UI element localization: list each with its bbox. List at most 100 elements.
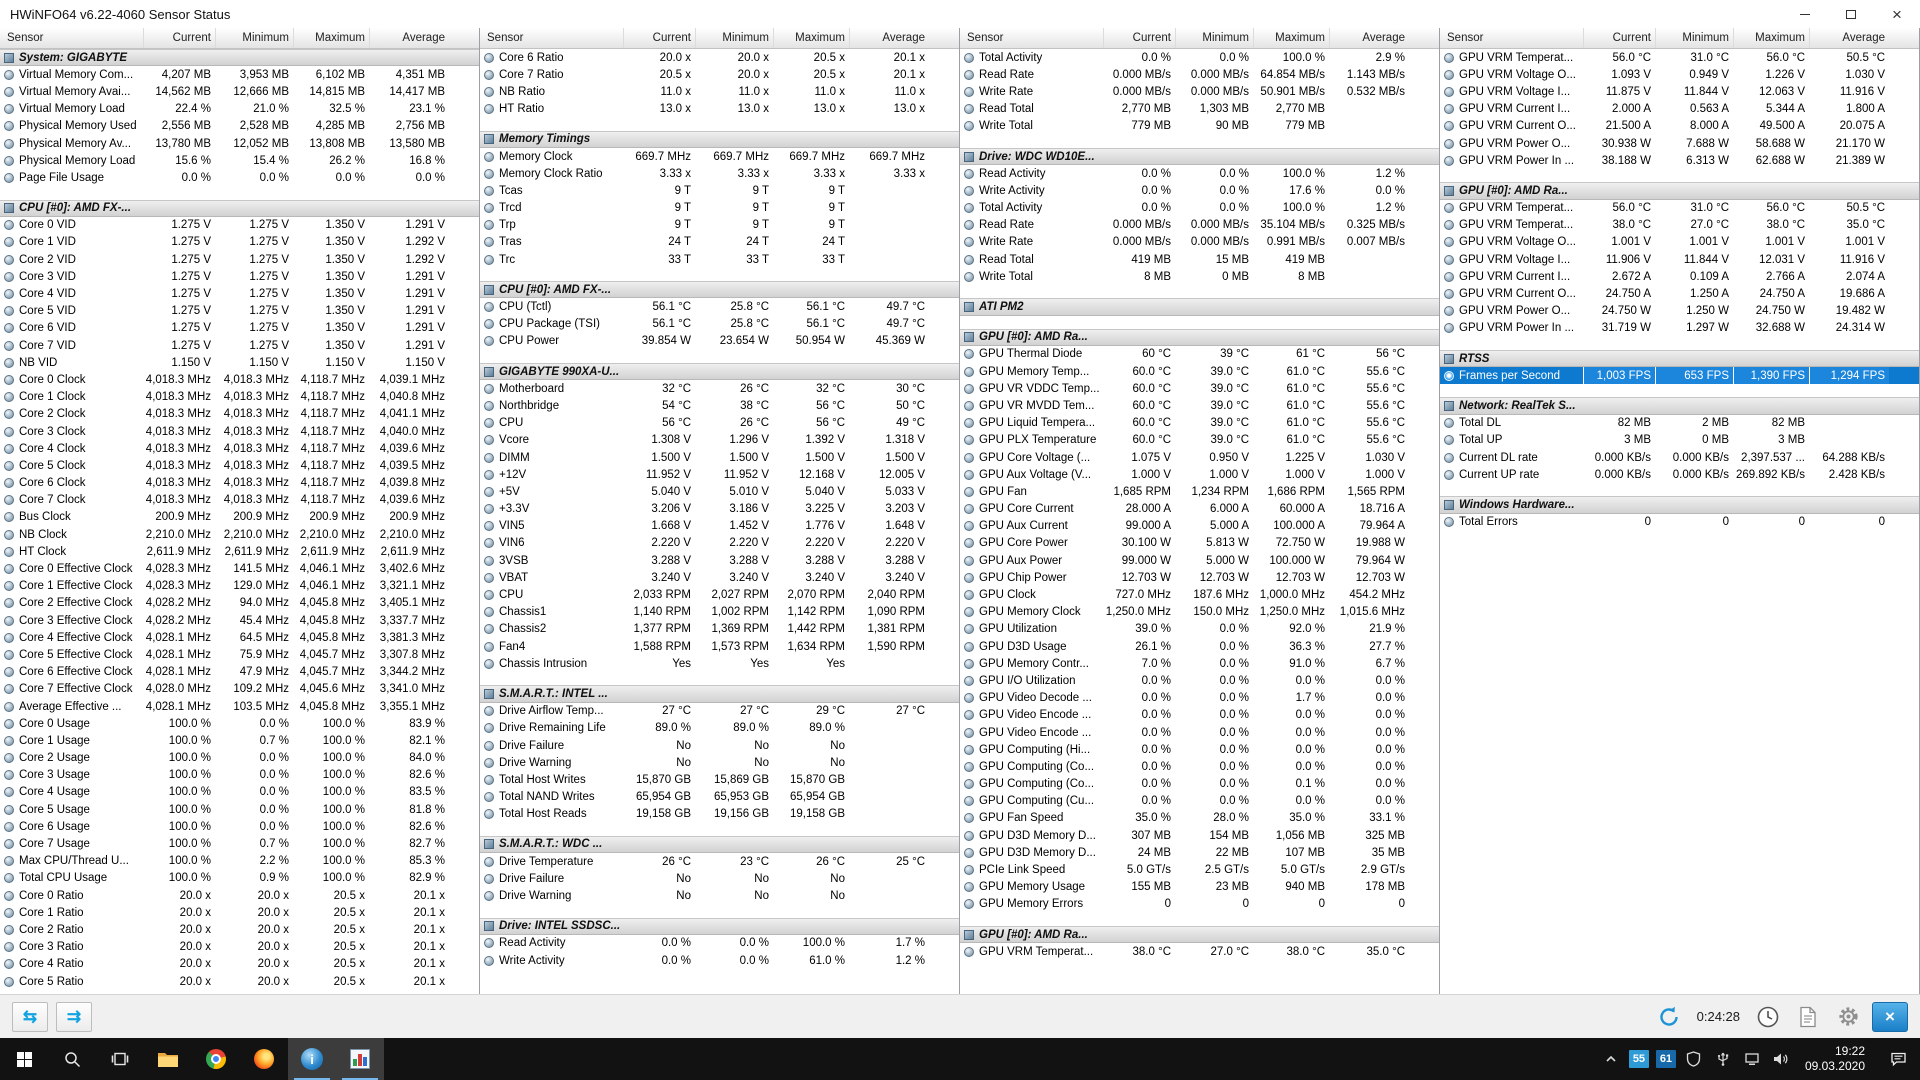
sensor-row-5v[interactable]: +5V5.040 V5.010 V5.040 V5.033 V xyxy=(480,483,959,500)
sensor-row-bus-clock[interactable]: Bus Clock200.9 MHz200.9 MHz200.9 MHz200.… xyxy=(0,509,479,526)
sensor-row-drive-warning[interactable]: Drive WarningNoNoNo xyxy=(480,887,959,904)
sensor-row-core-7-clock[interactable]: Core 7 Clock4,018.3 MHz4,018.3 MHz4,118.… xyxy=(0,492,479,509)
sensor-row-northbridge[interactable]: Northbridge54 °C38 °C56 °C50 °C xyxy=(480,397,959,414)
hwinfo-sensors-taskbar-button[interactable] xyxy=(336,1038,384,1080)
sensor-row-max-cpu-thread-u[interactable]: Max CPU/Thread U...100.0 %2.2 %100.0 %85… xyxy=(0,853,479,870)
sensor-row-cpu-package-tsi[interactable]: CPU Package (TSI)56.1 °C25.8 °C56.1 °C49… xyxy=(480,316,959,333)
section-drive-intel-ssdsc[interactable]: Drive: INTEL SSDSC... xyxy=(480,918,959,935)
sensor-row-drive-airflow-temp[interactable]: Drive Airflow Temp...27 °C27 °C29 °C27 °… xyxy=(480,703,959,720)
sensor-row-core-4-clock[interactable]: Core 4 Clock4,018.3 MHz4,018.3 MHz4,118.… xyxy=(0,440,479,457)
sensor-row-total-up[interactable]: Total UP3 MB0 MB3 MB xyxy=(1440,432,1919,449)
sensor-row-read-activity[interactable]: Read Activity0.0 %0.0 %100.0 %1.2 % xyxy=(960,165,1439,182)
sensor-row-total-nand-writes[interactable]: Total NAND Writes65,954 GB65,953 GB65,95… xyxy=(480,789,959,806)
sensor-row-vin5[interactable]: VIN51.668 V1.452 V1.776 V1.648 V xyxy=(480,518,959,535)
column-header-sensor[interactable]: Sensor xyxy=(480,32,623,44)
sensor-row-gpu-vrm-current-o[interactable]: GPU VRM Current O...21.500 A8.000 A49.50… xyxy=(1440,118,1919,135)
sensor-row-gpu-memory-errors[interactable]: GPU Memory Errors0000 xyxy=(960,896,1439,913)
sensor-row-gpu-i-o-utilization[interactable]: GPU I/O Utilization0.0 %0.0 %0.0 %0.0 % xyxy=(960,672,1439,689)
sensor-row-virtual-memory-load[interactable]: Virtual Memory Load22.4 %21.0 %32.5 %23.… xyxy=(0,101,479,118)
sensor-row-gpu-d3d-memory-d[interactable]: GPU D3D Memory D...24 MB22 MB107 MB35 MB xyxy=(960,844,1439,861)
sensor-row-average-effective[interactable]: Average Effective ...4,028.1 MHz103.5 MH… xyxy=(0,698,479,715)
sensor-row-core-0-effective-clock[interactable]: Core 0 Effective Clock4,028.3 MHz141.5 M… xyxy=(0,560,479,577)
sensor-row-nb-vid[interactable]: NB VID1.150 V1.150 V1.150 V1.150 V xyxy=(0,354,479,371)
hwinfo-taskbar-button[interactable] xyxy=(288,1038,336,1080)
column-header-maximum[interactable]: Maximum xyxy=(1253,28,1329,48)
sensor-row-core-1-vid[interactable]: Core 1 VID1.275 V1.275 V1.350 V1.292 V xyxy=(0,234,479,251)
report-button[interactable] xyxy=(1792,1002,1824,1032)
sensor-row-physical-memory-used[interactable]: Physical Memory Used2,556 MB2,528 MB4,28… xyxy=(0,118,479,135)
sensor-row-write-activity[interactable]: Write Activity0.0 %0.0 %17.6 %0.0 % xyxy=(960,182,1439,199)
sensor-row-3vsb[interactable]: 3VSB3.288 V3.288 V3.288 V3.288 V xyxy=(480,552,959,569)
sensor-row-trp[interactable]: Trp9 T9 T9 T xyxy=(480,217,959,234)
sensor-row-drive-remaining-life[interactable]: Drive Remaining Life89.0 %89.0 %89.0 % xyxy=(480,720,959,737)
sensor-row-gpu-vrm-current-o[interactable]: GPU VRM Current O...24.750 A1.250 A24.75… xyxy=(1440,285,1919,302)
sensor-row-core-4-vid[interactable]: Core 4 VID1.275 V1.275 V1.350 V1.291 V xyxy=(0,285,479,302)
sensor-row-gpu-computing-hi[interactable]: GPU Computing (Hi...0.0 %0.0 %0.0 %0.0 % xyxy=(960,741,1439,758)
sensor-row-core-1-usage[interactable]: Core 1 Usage100.0 %0.7 %100.0 %82.1 % xyxy=(0,732,479,749)
sensor-row-frames-per-second[interactable]: Frames per Second1,003 FPS653 FPS1,390 F… xyxy=(1440,367,1919,384)
sensor-row-chassis2[interactable]: Chassis21,377 RPM1,369 RPM1,442 RPM1,381… xyxy=(480,621,959,638)
sensor-row-write-activity[interactable]: Write Activity0.0 %0.0 %61.0 %1.2 % xyxy=(480,952,959,969)
sensor-row-chassis-intrusion[interactable]: Chassis IntrusionYesYesYes xyxy=(480,655,959,672)
sensor-row-gpu-computing-co[interactable]: GPU Computing (Co...0.0 %0.0 %0.1 %0.0 % xyxy=(960,776,1439,793)
section-ati-pm2[interactable]: ATI PM2 xyxy=(960,298,1439,315)
sensor-row-cpu[interactable]: CPU2,033 RPM2,027 RPM2,070 RPM2,040 RPM xyxy=(480,586,959,603)
reset-values-button[interactable] xyxy=(1653,1002,1685,1032)
sensor-row-total-errors[interactable]: Total Errors0000 xyxy=(1440,514,1919,531)
sensor-row-memory-clock-ratio[interactable]: Memory Clock Ratio3.33 x3.33 x3.33 x3.33… xyxy=(480,165,959,182)
sensor-row-trc[interactable]: Trc33 T33 T33 T xyxy=(480,251,959,268)
sensor-row-gpu-vrm-current-i[interactable]: GPU VRM Current I...2.672 A0.109 A2.766 … xyxy=(1440,268,1919,285)
sensor-row-cpu-tctl[interactable]: CPU (Tctl)56.1 °C25.8 °C56.1 °C49.7 °C xyxy=(480,298,959,315)
sensor-row-drive-failure[interactable]: Drive FailureNoNoNo xyxy=(480,737,959,754)
column-header-sensor[interactable]: Sensor xyxy=(1440,32,1583,44)
sensor-row-total-host-writes[interactable]: Total Host Writes15,870 GB15,869 GB15,87… xyxy=(480,771,959,788)
section-rtss[interactable]: RTSS xyxy=(1440,350,1919,367)
sensor-row-gpu-liquid-tempera[interactable]: GPU Liquid Tempera...60.0 °C39.0 °C61.0 … xyxy=(960,415,1439,432)
sensor-row-vin6[interactable]: VIN62.220 V2.220 V2.220 V2.220 V xyxy=(480,535,959,552)
sensor-row-page-file-usage[interactable]: Page File Usage0.0 %0.0 %0.0 %0.0 % xyxy=(0,169,479,186)
sensor-row-read-total[interactable]: Read Total2,770 MB1,303 MB2,770 MB xyxy=(960,101,1439,118)
sensor-row-core-5-clock[interactable]: Core 5 Clock4,018.3 MHz4,018.3 MHz4,118.… xyxy=(0,457,479,474)
start-button[interactable] xyxy=(0,1038,48,1080)
sensor-row-gpu-vrm-voltage-o[interactable]: GPU VRM Voltage O...1.001 V1.001 V1.001 … xyxy=(1440,234,1919,251)
sensor-row-core-0-clock[interactable]: Core 0 Clock4,018.3 MHz4,018.3 MHz4,118.… xyxy=(0,371,479,388)
sensor-row-gpu-video-decode[interactable]: GPU Video Decode ...0.0 %0.0 %1.7 %0.0 % xyxy=(960,690,1439,707)
hwinfo-tray-readout-1[interactable]: 55 xyxy=(1629,1050,1649,1068)
sensor-row-gpu-vrm-temperat[interactable]: GPU VRM Temperat...38.0 °C27.0 °C38.0 °C… xyxy=(1440,217,1919,234)
sensor-row-core-7-usage[interactable]: Core 7 Usage100.0 %0.7 %100.0 %82.7 % xyxy=(0,835,479,852)
sensor-row-gpu-fan[interactable]: GPU Fan1,685 RPM1,234 RPM1,686 RPM1,565 … xyxy=(960,483,1439,500)
sensor-row-gpu-vrm-current-i[interactable]: GPU VRM Current I...2.000 A0.563 A5.344 … xyxy=(1440,101,1919,118)
sensor-row-tcas[interactable]: Tcas9 T9 T9 T xyxy=(480,182,959,199)
section-s-m-a-r-t-intel[interactable]: S.M.A.R.T.: INTEL ... xyxy=(480,685,959,702)
expand-columns-button[interactable]: ⇉ xyxy=(56,1002,92,1032)
taskbar-clock[interactable]: 19:22 09.03.2020 xyxy=(1805,1044,1865,1074)
sensor-row-core-5-effective-clock[interactable]: Core 5 Effective Clock4,028.1 MHz75.9 MH… xyxy=(0,646,479,663)
sensor-row-core-0-vid[interactable]: Core 0 VID1.275 V1.275 V1.350 V1.291 V xyxy=(0,217,479,234)
column-header-minimum[interactable]: Minimum xyxy=(1175,28,1253,48)
section-system-gigabyte[interactable]: System: GIGABYTE xyxy=(0,49,479,66)
column-header-sensor[interactable]: Sensor xyxy=(960,32,1103,44)
sensor-row-core-6-usage[interactable]: Core 6 Usage100.0 %0.0 %100.0 %82.6 % xyxy=(0,818,479,835)
sensor-row-chassis1[interactable]: Chassis11,140 RPM1,002 RPM1,142 RPM1,090… xyxy=(480,604,959,621)
sensor-row-core-3-usage[interactable]: Core 3 Usage100.0 %0.0 %100.0 %82.6 % xyxy=(0,767,479,784)
column-header-maximum[interactable]: Maximum xyxy=(293,28,369,48)
settings-button[interactable] xyxy=(1832,1002,1864,1032)
section-gpu-0-amd-ra[interactable]: GPU [#0]: AMD Ra... xyxy=(1440,182,1919,199)
sensor-row-core-0-ratio[interactable]: Core 0 Ratio20.0 x20.0 x20.5 x20.1 x xyxy=(0,887,479,904)
sensor-row-vbat[interactable]: VBAT3.240 V3.240 V3.240 V3.240 V xyxy=(480,569,959,586)
sensor-row-write-rate[interactable]: Write Rate0.000 MB/s0.000 MB/s50.901 MB/… xyxy=(960,83,1439,100)
column-header-current[interactable]: Current xyxy=(143,28,215,48)
sensor-row-gpu-clock[interactable]: GPU Clock727.0 MHz187.6 MHz1,000.0 MHz45… xyxy=(960,586,1439,603)
sensor-row-read-activity[interactable]: Read Activity0.0 %0.0 %100.0 %1.7 % xyxy=(480,935,959,952)
sensor-row-read-total[interactable]: Read Total419 MB15 MB419 MB xyxy=(960,251,1439,268)
sensor-row-drive-temperature[interactable]: Drive Temperature26 °C23 °C26 °C25 °C xyxy=(480,853,959,870)
sensor-row-gpu-fan-speed[interactable]: GPU Fan Speed35.0 %28.0 %35.0 %33.1 % xyxy=(960,810,1439,827)
sensor-row-memory-clock[interactable]: Memory Clock669.7 MHz669.7 MHz669.7 MHz6… xyxy=(480,148,959,165)
collapse-columns-button[interactable]: ⇆ xyxy=(12,1002,48,1032)
sensor-row-gpu-vrm-voltage-i[interactable]: GPU VRM Voltage I...11.875 V11.844 V12.0… xyxy=(1440,83,1919,100)
sensor-row-core-7-ratio[interactable]: Core 7 Ratio20.5 x20.0 x20.5 x20.1 x xyxy=(480,66,959,83)
sensor-row-core-3-ratio[interactable]: Core 3 Ratio20.0 x20.0 x20.5 x20.1 x xyxy=(0,939,479,956)
sensor-row-virtual-memory-avai[interactable]: Virtual Memory Avai...14,562 MB12,666 MB… xyxy=(0,83,479,100)
sensor-row-current-dl-rate[interactable]: Current DL rate0.000 KB/s0.000 KB/s2,397… xyxy=(1440,449,1919,466)
sensor-row-gpu-utilization[interactable]: GPU Utilization39.0 %0.0 %92.0 %21.9 % xyxy=(960,621,1439,638)
